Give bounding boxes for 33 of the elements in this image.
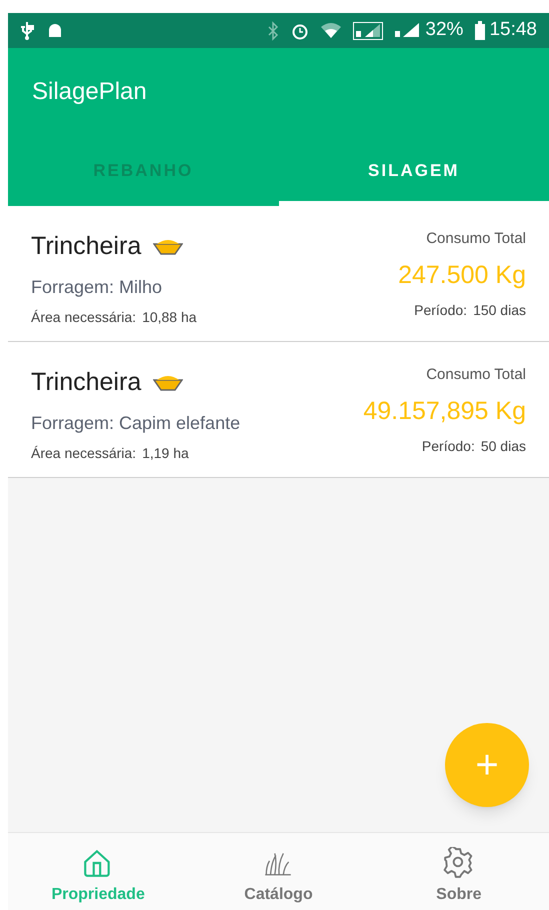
battery-percent: 32% [425,18,464,42]
silo-card[interactable]: Trincheira Forragem: Milho Área necessária: 10,88 ha Consumo Total 247.500 Kg Período: 150 dias [8,206,549,342]
wifi-icon [321,22,342,38]
period-label: Período: [422,437,475,456]
usb-icon [20,20,34,40]
silo-type: Trincheira [31,367,142,398]
period-label: Período: [414,301,468,320]
nav-item[interactable]: Catálogo [188,833,369,910]
alarm-icon [291,22,310,40]
clock: 15:48 [489,18,537,42]
bluetooth-icon [267,20,280,40]
signal-icon [395,22,422,40]
total-value: 247.500 Kg [398,260,526,290]
nav-item[interactable]: Propriedade [8,833,188,910]
settings-icon [442,847,475,879]
total-label: Consumo Total [426,365,526,385]
app-title: SilagePlan [32,77,147,107]
silo-type: Trincheira [31,231,142,262]
signal-icon [353,22,384,40]
forage-label: Forragem: Milho [31,276,164,299]
total-value: 49.157,895 Kg [363,396,526,426]
area-value: 10,88 ha [142,308,197,326]
trench-icon [153,238,184,256]
area-label: Área necessária: [31,444,136,462]
total-label: Consumo Total [426,229,526,249]
battery-icon [475,20,486,40]
area-label: Área necessária: [31,308,136,326]
area-value: 1,19 ha [142,444,189,462]
period-value: 50 dias [480,437,526,456]
period-value: 150 dias [473,301,526,320]
trench-icon [153,374,184,392]
forage-label: Forragem: Capim elefante [31,412,240,435]
nav-item[interactable]: Sobre [368,833,549,910]
